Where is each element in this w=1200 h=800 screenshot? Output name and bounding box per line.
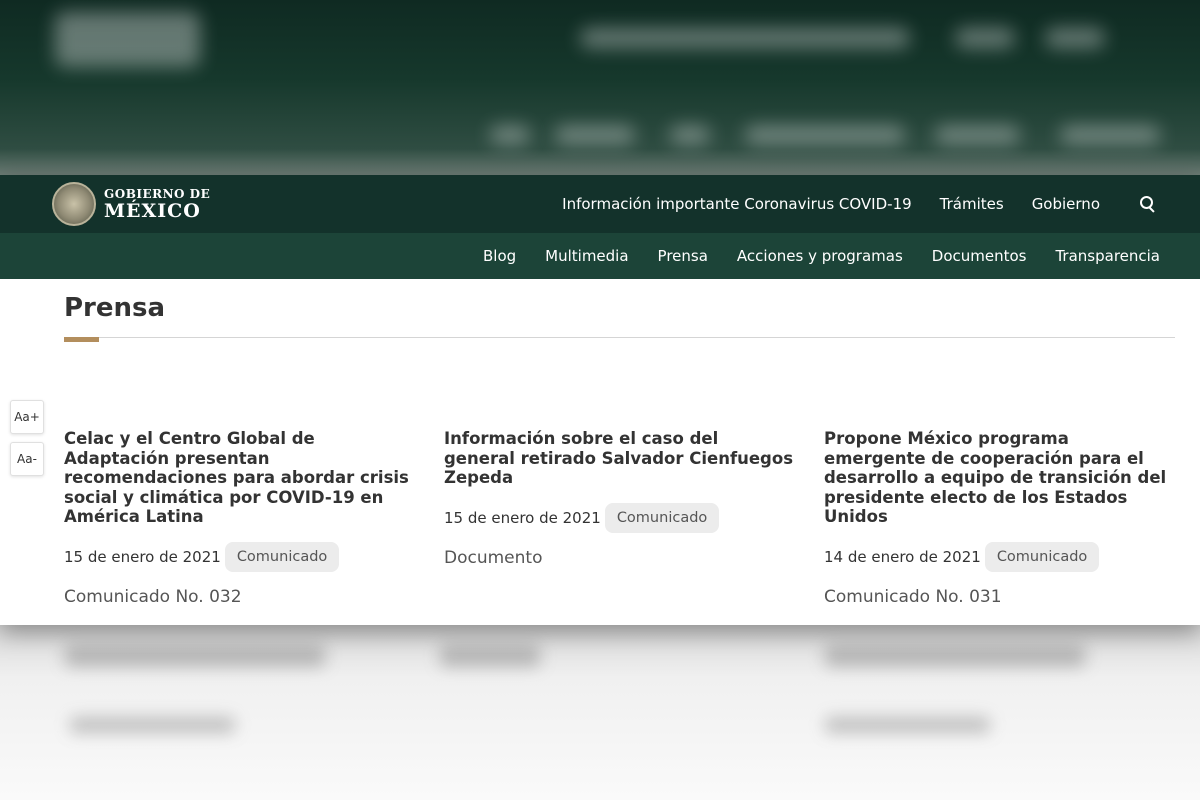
press-card-date: 15 de enero de 2021: [64, 547, 221, 566]
press-card-meta: 15 de enero de 2021 Comunicado: [444, 502, 794, 533]
press-card: Información sobre el caso del general re…: [444, 429, 794, 568]
press-card-subtitle: Comunicado No. 032: [64, 586, 242, 607]
page-title: Prensa: [64, 293, 166, 323]
blurred-background-top: [0, 0, 1200, 175]
press-card-badge[interactable]: Comunicado: [224, 541, 340, 572]
title-accent-bar: [64, 337, 99, 342]
subnav-blog[interactable]: Blog: [483, 247, 516, 265]
font-increase-button[interactable]: Aa+: [10, 400, 44, 434]
press-card-date: 15 de enero de 2021: [444, 508, 601, 527]
logo-line-2: MÉXICO: [104, 199, 201, 222]
nav-gobierno[interactable]: Gobierno: [1032, 195, 1100, 213]
press-card-badge[interactable]: Comunicado: [604, 502, 720, 533]
press-card-meta: 14 de enero de 2021 Comunicado: [824, 541, 1174, 572]
top-nav: Información importante Coronavirus COVID…: [562, 194, 1158, 214]
press-card-badge[interactable]: Comunicado: [984, 541, 1100, 572]
press-card-subtitle: Documento: [444, 547, 543, 568]
press-card-title[interactable]: Celac y el Centro Global de Adaptación p…: [64, 429, 414, 527]
title-divider: [64, 337, 1175, 338]
press-card-meta: 15 de enero de 2021 Comunicado: [64, 541, 414, 572]
subnav-transparencia[interactable]: Transparencia: [1055, 247, 1160, 265]
press-card-title[interactable]: Información sobre el caso del general re…: [444, 429, 794, 488]
blurred-background-bottom: [0, 625, 1200, 800]
search-icon[interactable]: [1138, 194, 1158, 214]
press-card-title[interactable]: Propone México programa emergente de coo…: [824, 429, 1174, 527]
press-card-date: 14 de enero de 2021: [824, 547, 981, 566]
browser-viewport: GOBIERNO DE MÉXICO Información important…: [0, 175, 1200, 625]
sub-nav: Blog Multimedia Prensa Acciones y progra…: [0, 233, 1200, 279]
press-card: Celac y el Centro Global de Adaptación p…: [64, 429, 414, 607]
nav-covid-info[interactable]: Información importante Coronavirus COVID…: [562, 195, 911, 213]
subnav-multimedia[interactable]: Multimedia: [545, 247, 628, 265]
main-content: Prensa Aa+ Aa- Celac y el Centro Global …: [0, 279, 1200, 625]
press-card: Propone México programa emergente de coo…: [824, 429, 1174, 607]
press-card-subtitle: Comunicado No. 031: [824, 586, 1002, 607]
subnav-prensa[interactable]: Prensa: [658, 247, 708, 265]
gobierno-logo[interactable]: GOBIERNO DE MÉXICO: [52, 182, 210, 226]
logo-line-1: GOBIERNO DE: [104, 186, 211, 201]
national-seal-icon: [52, 182, 96, 226]
font-decrease-button[interactable]: Aa-: [10, 442, 44, 476]
subnav-documentos[interactable]: Documentos: [932, 247, 1027, 265]
subnav-acciones-programas[interactable]: Acciones y programas: [737, 247, 903, 265]
nav-tramites[interactable]: Trámites: [940, 195, 1004, 213]
main-header: GOBIERNO DE MÉXICO Información important…: [0, 175, 1200, 233]
